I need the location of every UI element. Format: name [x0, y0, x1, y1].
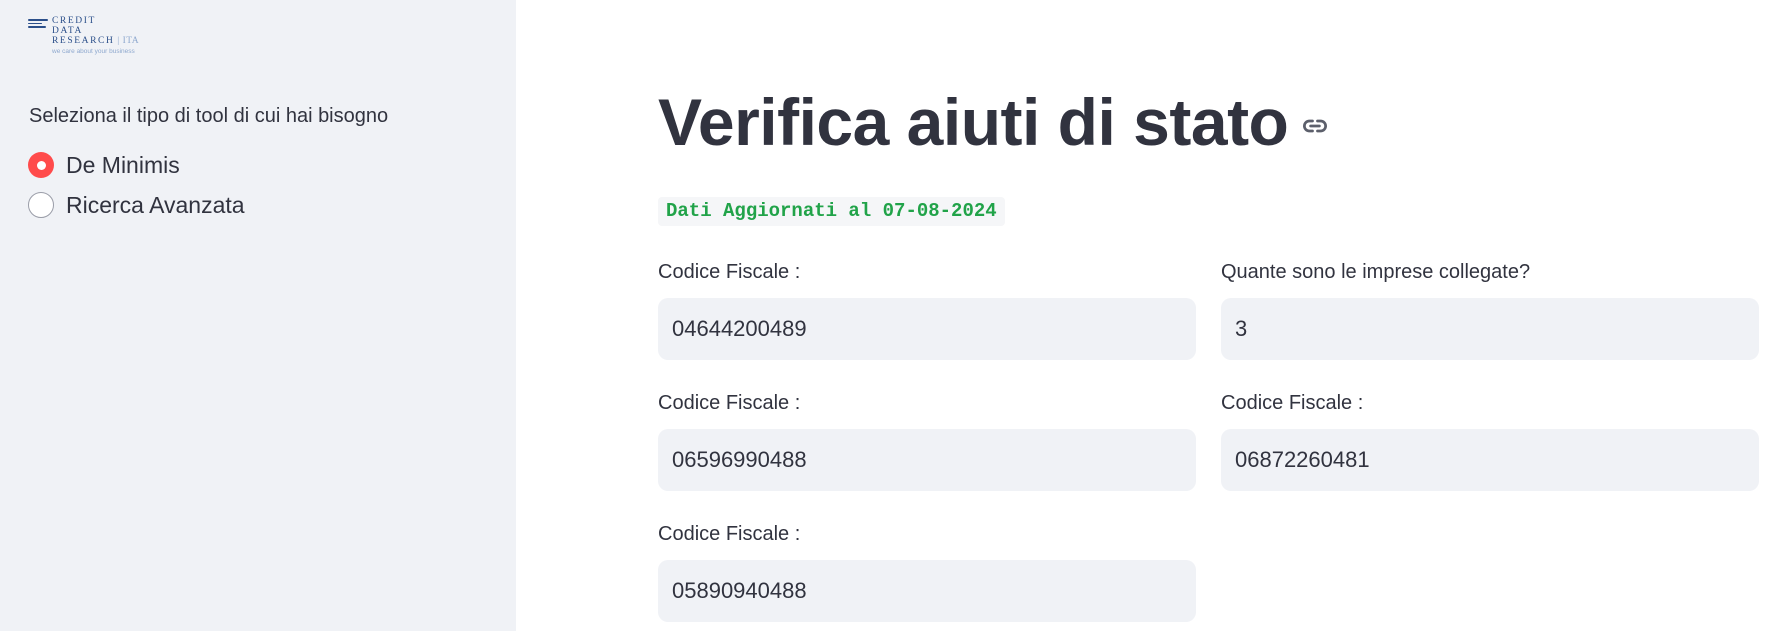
- radio-unchecked-icon[interactable]: [28, 192, 54, 218]
- page-title: Verifica aiuti di stato: [658, 85, 1289, 159]
- company-logo: CREDIT DATA RESEARCH | ITA we care about…: [28, 16, 148, 58]
- logo-line-2: DATA: [52, 26, 83, 36]
- codice-fiscale-input-4[interactable]: [658, 560, 1196, 622]
- codice-fiscale-input-1[interactable]: [658, 298, 1196, 360]
- imprese-collegate-input[interactable]: [1221, 298, 1759, 360]
- codice-fiscale-label-4: Codice Fiscale :: [658, 523, 801, 545]
- codice-fiscale-input-3[interactable]: [1221, 429, 1759, 491]
- radio-option-label: Ricerca Avanzata: [66, 191, 245, 218]
- link-icon[interactable]: [1300, 111, 1330, 141]
- data-update-badge: Dati Aggiornati al 07-08-2024: [658, 197, 1005, 226]
- title-row: Verifica aiuti di stato: [658, 82, 1330, 162]
- logo-suffix: | ITA: [114, 36, 140, 46]
- logo-line-1: CREDIT: [52, 16, 96, 26]
- codice-fiscale-label-1: Codice Fiscale :: [658, 261, 801, 283]
- logo-tagline: we care about your business: [52, 48, 135, 55]
- codice-fiscale-input-2[interactable]: [658, 429, 1196, 491]
- logo-lines-icon: [28, 19, 48, 29]
- radio-option-de-minimis[interactable]: De Minimis: [28, 151, 180, 179]
- logo-suffix-text: ITA: [122, 36, 140, 46]
- codice-fiscale-label-3: Codice Fiscale :: [1221, 392, 1364, 414]
- radio-option-ricerca-avanzata[interactable]: Ricerca Avanzata: [28, 191, 245, 219]
- codice-fiscale-label-2: Codice Fiscale :: [658, 392, 801, 414]
- logo-line-3-text: RESEARCH: [52, 36, 115, 46]
- sidebar: CREDIT DATA RESEARCH | ITA we care about…: [0, 0, 516, 631]
- logo-line-3: RESEARCH | ITA: [52, 36, 139, 46]
- app-root: CREDIT DATA RESEARCH | ITA we care about…: [0, 0, 1775, 631]
- main-content: Verifica aiuti di stato Dati Aggiornati …: [516, 0, 1775, 631]
- radio-option-label: De Minimis: [66, 151, 180, 178]
- logo-text: CREDIT DATA RESEARCH | ITA: [52, 16, 139, 46]
- tool-type-label: Seleziona il tipo di tool di cui hai bis…: [29, 105, 389, 127]
- radio-checked-icon[interactable]: [28, 152, 54, 178]
- imprese-collegate-label: Quante sono le imprese collegate?: [1221, 261, 1531, 283]
